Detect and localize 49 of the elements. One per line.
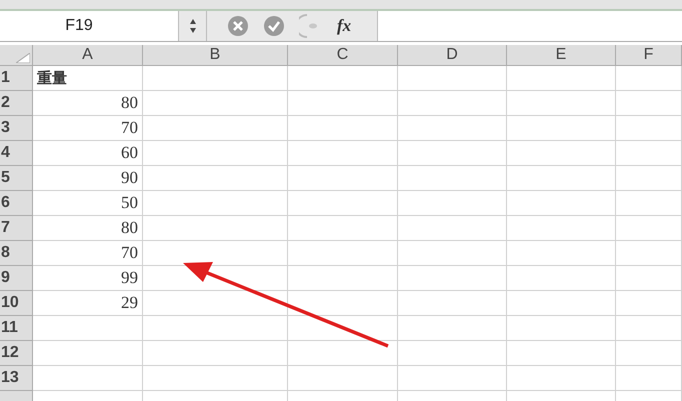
cancel-icon[interactable] [227, 15, 249, 37]
empty-cell [616, 166, 682, 191]
empty-cell [616, 291, 682, 316]
column-header[interactable]: F [616, 45, 682, 66]
row-header[interactable]: 10 [0, 291, 33, 316]
name-box[interactable]: F19 [0, 11, 178, 41]
empty-cell [616, 116, 682, 141]
table-cell: 50 [33, 191, 143, 216]
triangle-icon [16, 53, 30, 63]
empty-cell [616, 191, 682, 216]
column-header[interactable]: D [398, 45, 507, 66]
empty-cell [616, 266, 682, 291]
empty-cell [616, 141, 682, 166]
formula-input[interactable] [377, 11, 682, 41]
row-header[interactable]: 7 [0, 216, 33, 241]
row-header[interactable]: 5 [0, 166, 33, 191]
row-header[interactable]: 2 [0, 91, 33, 116]
check-icon[interactable] [263, 15, 285, 37]
table-cell: 80 [33, 91, 143, 116]
stepper-icon[interactable] [178, 11, 207, 41]
row-header[interactable]: 3 [0, 116, 33, 141]
table-cell: 60 [33, 141, 143, 166]
column-header[interactable]: B [143, 45, 288, 66]
empty-cell [616, 91, 682, 116]
table-cell: 70 [33, 241, 143, 266]
empty-cell [616, 66, 682, 91]
column-header[interactable]: C [288, 45, 398, 66]
empty-cell [616, 316, 682, 341]
table-cell: 29 [33, 291, 143, 316]
column-header[interactable]: A [33, 45, 143, 66]
table-cell: 重量 [33, 66, 143, 91]
row-header[interactable]: 1 [0, 66, 33, 91]
empty-cell [616, 241, 682, 266]
table-cell: 70 [33, 116, 143, 141]
empty-cell [616, 216, 682, 241]
row-header[interactable]: 4 [0, 141, 33, 166]
table-cell: 99 [33, 266, 143, 291]
row-header[interactable]: 13 [0, 366, 33, 391]
row-header[interactable]: 11 [0, 316, 33, 341]
row-header[interactable]: 12 [0, 341, 33, 366]
empty-cell [616, 341, 682, 366]
insert-function-button[interactable]: fx [335, 16, 354, 36]
row-header[interactable]: 6 [0, 191, 33, 216]
empty-cell [616, 366, 682, 391]
row-header[interactable]: 9 [0, 266, 33, 291]
row-header[interactable]: 8 [0, 241, 33, 266]
table-cell: 90 [33, 166, 143, 191]
column-header[interactable]: E [507, 45, 616, 66]
table-cell: 80 [33, 216, 143, 241]
